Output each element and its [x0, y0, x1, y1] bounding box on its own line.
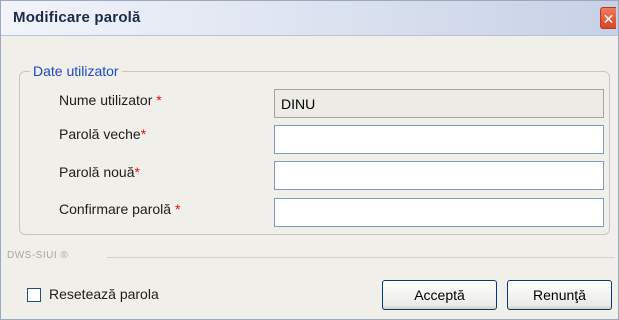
new-password-label: Parolă nouă* [59, 164, 140, 180]
old-password-label: Parolă veche* [59, 126, 147, 142]
window-title: Modificare parolă [13, 9, 141, 26]
accept-button[interactable]: Acceptă [382, 280, 497, 310]
required-marker: * [134, 164, 140, 180]
separator [107, 257, 615, 258]
new-password-field[interactable] [274, 161, 604, 190]
old-password-field[interactable] [274, 125, 604, 154]
confirm-password-label: Confirmare parolă * [59, 201, 181, 217]
required-marker: * [156, 92, 162, 108]
reset-password-checkbox[interactable] [27, 288, 41, 302]
title-bar: Modificare parolă ✕ [1, 1, 618, 36]
change-password-dialog: Modificare parolă ✕ Date utilizator Nume… [0, 0, 619, 320]
brand-label: DWS-SIUI ® [7, 250, 69, 261]
required-marker: * [140, 126, 147, 142]
username-label: Nume utilizator * [59, 92, 162, 108]
confirm-password-field[interactable] [274, 198, 604, 227]
reset-password-label[interactable]: Resetează parola [49, 286, 159, 302]
cancel-button[interactable]: Renunţă [507, 280, 612, 310]
required-marker: * [174, 201, 181, 217]
group-legend: Date utilizator [33, 63, 119, 79]
close-icon[interactable]: ✕ [600, 7, 616, 29]
username-field [274, 89, 604, 118]
